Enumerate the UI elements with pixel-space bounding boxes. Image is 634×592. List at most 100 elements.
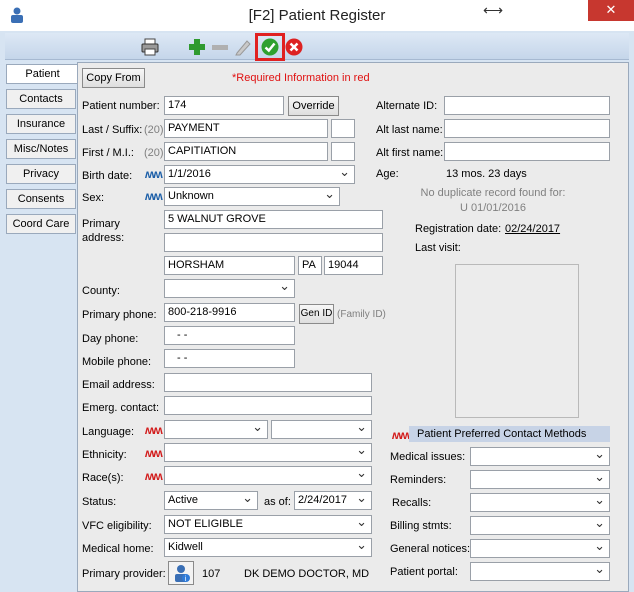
copy-from-button[interactable]: Copy From [82,68,145,88]
first-max-length: (20) [144,147,164,159]
alt-last-name-field[interactable] [444,119,610,138]
recalls-select[interactable] [470,493,610,512]
gen-id-button[interactable]: Gen ID [299,304,334,324]
required-note: *Required Information in red [232,72,370,84]
add-icon[interactable] [187,37,207,57]
medical-issues-label: Medical issues: [390,451,466,463]
duplicate-check-text: No duplicate record found for: [420,187,566,199]
primary-phone-field[interactable]: 800-218-9916 [164,303,295,322]
cancel-icon[interactable] [284,37,304,57]
sex-label: Sex: [82,192,105,204]
mobile-phone-label: Mobile phone: [82,356,152,368]
state-field[interactable]: PA [298,256,322,275]
printer-icon[interactable] [140,37,160,57]
email-field[interactable] [164,373,372,392]
edit-icon[interactable] [233,37,253,57]
tab-coord-care[interactable]: Coord Care [6,214,76,234]
patient-portal-select[interactable] [470,562,610,581]
ethnicity-select[interactable] [164,443,372,462]
birth-date-picker[interactable]: 1/1/2016 [164,165,355,184]
alternate-id-label: Alternate ID: [376,100,438,112]
tab-misc-notes[interactable]: Misc/Notes [6,139,76,159]
status-label: Status: [82,496,117,508]
billing-stmts-label: Billing stmts: [390,520,452,532]
last-name-field[interactable]: PAYMENT [164,119,328,138]
general-notices-select[interactable] [470,539,610,558]
vfc-select[interactable]: NOT ELIGIBLE [164,515,372,534]
race-label: Race(s): [82,472,124,484]
provider-lookup-icon[interactable]: i [168,561,194,585]
status-date-picker[interactable]: 2/24/2017 [294,491,372,510]
middle-initial-field[interactable] [331,142,355,161]
reminders-label: Reminders: [390,474,447,486]
contact-methods-header: Patient Preferred Contact Methods [409,426,610,442]
emerg-contact-label: Emerg. contact: [82,402,160,414]
county-label: County: [82,285,120,297]
first-mi-label: First / M.I.: [82,147,134,159]
close-window-button[interactable]: ✕ [588,0,634,21]
language-secondary-select[interactable] [271,420,372,439]
medical-home-label: Medical home: [82,543,154,555]
vfc-label: VFC eligibility: [82,520,152,532]
last-max-length: (20) [144,124,164,136]
age-value: 13 mos. 23 days [446,168,527,180]
alt-last-name-label: Alt last name: [376,124,443,136]
tab-patient[interactable]: Patient [6,64,78,84]
day-phone-field[interactable]: - - [164,326,295,345]
race-select[interactable] [164,466,372,485]
toolbar [5,33,629,60]
alt-first-name-field[interactable] [444,142,610,161]
mm-icon: ʍʍ [392,428,410,442]
zip-field[interactable]: 19044 [324,256,383,275]
language-select[interactable] [164,420,268,439]
mm-icon: ʍʍ [145,446,163,460]
address-line2-field[interactable] [164,233,383,252]
tab-privacy[interactable]: Privacy [6,164,76,184]
last-suffix-label: Last / Suffix: [82,124,143,136]
registration-date-value: 02/24/2017 [505,223,561,235]
window-title: [F2] Patient Register [248,7,386,24]
medical-issues-select[interactable] [470,447,610,466]
mm-icon: ʍʍ [145,469,163,483]
patient-portal-label: Patient portal: [390,566,458,578]
county-select[interactable] [164,279,295,298]
save-check-icon[interactable] [260,37,280,57]
provider-number: 107 [202,568,221,580]
primary-address-label: Primary address: [82,218,125,244]
ethnicity-label: Ethnicity: [82,449,127,461]
tab-contacts[interactable]: Contacts [6,89,76,109]
sex-select[interactable]: Unknown [164,187,340,206]
city-field[interactable]: HORSHAM [164,256,295,275]
suffix-field[interactable] [331,119,355,138]
as-of-label: as of: [264,496,291,508]
provider-name: DK DEMO DOCTOR, MD [244,568,370,580]
language-label: Language: [82,426,134,438]
svg-text:i: i [185,575,187,583]
reminders-select[interactable] [470,470,610,489]
last-visit-label: Last visit: [415,242,461,254]
mm-icon: ʍʍ [145,189,163,203]
birth-date-label: Birth date: [82,170,133,182]
age-label: Age: [376,168,399,180]
alternate-id-field[interactable] [444,96,610,115]
medical-home-select[interactable]: Kidwell [164,538,372,557]
email-label: Email address: [82,379,155,391]
restore-icon[interactable]: ⟷ [480,0,506,22]
billing-stmts-select[interactable] [470,516,610,535]
first-name-field[interactable]: CAPITIATION [164,142,328,161]
duplicate-check-criteria: U 01/01/2016 [459,202,527,214]
registration-date-label: Registration date: [415,223,502,235]
tab-consents[interactable]: Consents [6,189,76,209]
emerg-contact-field[interactable] [164,396,372,415]
remove-icon[interactable] [210,37,230,57]
family-id-label: (Family ID) [337,309,386,320]
tab-insurance[interactable]: Insurance [6,114,76,134]
status-select[interactable]: Active [164,491,258,510]
recalls-label: Recalls: [392,497,432,509]
patient-number-field[interactable]: 174 [164,96,284,115]
mobile-phone-field[interactable]: - - [164,349,295,368]
general-notices-label: General notices: [390,543,471,555]
address-line1-field[interactable]: 5 WALNUT GROVE [164,210,383,229]
override-button[interactable]: Override [288,96,339,116]
patient-photo[interactable] [455,264,579,418]
